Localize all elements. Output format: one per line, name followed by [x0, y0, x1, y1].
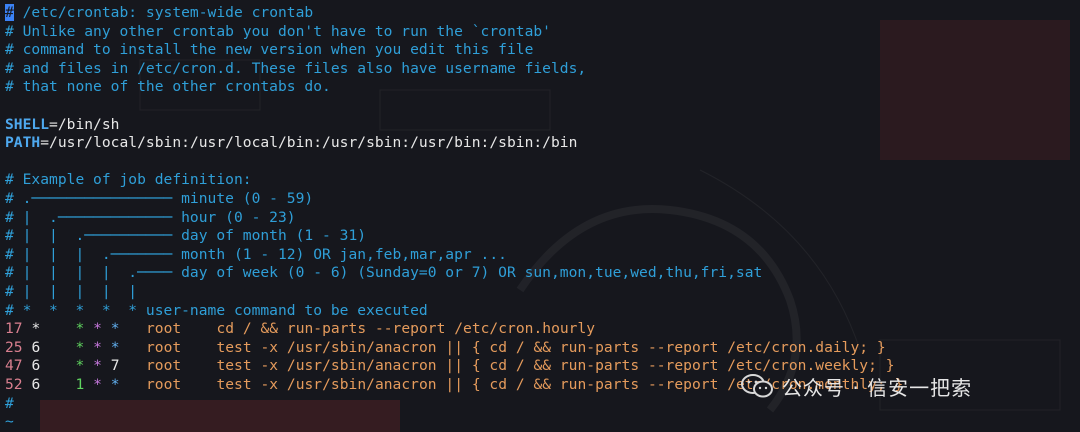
job-hour: 6 — [31, 338, 41, 356]
job-minute: 52 — [5, 376, 23, 393]
wechat-icon — [740, 372, 774, 400]
job-month: * — [93, 376, 102, 393]
comment-line: # and files in /etc/cron.d. These files … — [5, 59, 587, 77]
end-of-buffer-tilde: ~ — [5, 413, 14, 431]
path-value: =/usr/local/sbin:/usr/local/bin:/usr/sbi… — [40, 134, 578, 152]
job-day-of-week: 7 — [110, 357, 120, 375]
shell-value: =/bin/sh — [49, 115, 120, 133]
shell-variable-line: SHELL=/bin/sh — [5, 116, 119, 135]
job-definition-line: # | | | .─────── month (1 - 12) OR jan,f… — [5, 245, 507, 263]
job-definition-line: # | | | | .──── day of week (0 - 6) (Sun… — [5, 264, 763, 282]
cron-job-line: 25 6 * * * root test -x /usr/sbin/anacro… — [5, 339, 886, 358]
cron-job-line: 17 * * * * root cd / && run-parts --repo… — [5, 320, 595, 339]
job-definition-line: # | | | | | — [5, 283, 138, 300]
job-month: * — [93, 338, 102, 356]
job-day-of-week: * — [110, 338, 120, 356]
path-variable-line: PATH=/usr/local/sbin:/usr/local/bin:/usr… — [5, 134, 577, 153]
path-key: PATH — [5, 134, 41, 152]
job-month: * — [93, 357, 102, 375]
job-day-of-month: 1 — [75, 376, 85, 393]
job-day-of-week: * — [110, 320, 120, 338]
job-user: root — [145, 376, 182, 393]
job-user: root — [145, 357, 182, 375]
job-day-of-month: * — [75, 320, 85, 338]
comment-line-empty: # — [5, 394, 14, 412]
job-hour: * — [31, 320, 41, 338]
job-minute: 25 — [5, 338, 23, 356]
job-hour: 6 — [31, 376, 41, 393]
job-month: * — [93, 320, 102, 338]
job-definition-line: # | | .────────── day of month (1 - 31) — [5, 227, 367, 245]
shell-key: SHELL — [5, 115, 50, 133]
job-minute: 47 — [5, 357, 23, 375]
job-day-of-week: * — [110, 376, 120, 393]
job-definition-line: # .──────────────── minute (0 - 59) — [5, 190, 314, 207]
job-command: test -x /usr/sbin/anacron || { cd / && r… — [216, 338, 886, 356]
job-hour: 6 — [31, 357, 41, 375]
comment-line: # that none of the other crontabs do. — [5, 78, 331, 96]
wechat-watermark: 公众号 · 信安一把索 — [740, 366, 1080, 406]
job-definition-line: # | .───────────── hour (0 - 23) — [5, 208, 296, 226]
job-user: root — [145, 338, 182, 356]
job-definition-line: # Example of job definition: — [5, 171, 252, 189]
job-minute: 17 — [5, 320, 23, 338]
job-definition-line: # * * * * * user-name command to be exec… — [5, 301, 428, 319]
text-cursor: # — [5, 4, 14, 21]
comment-line: # command to install the new version whe… — [5, 41, 534, 59]
watermark-text: 公众号 · 信安一把索 — [782, 375, 973, 400]
job-day-of-month: * — [75, 357, 85, 375]
comment-line-title: # /etc/crontab: system-wide crontab — [5, 4, 314, 21]
comment-line: # Unlike any other crontab you don't hav… — [5, 22, 551, 40]
job-user: root — [145, 320, 182, 338]
job-command: cd / && run-parts --report /etc/cron.hou… — [216, 320, 596, 338]
job-day-of-month: * — [75, 338, 85, 356]
